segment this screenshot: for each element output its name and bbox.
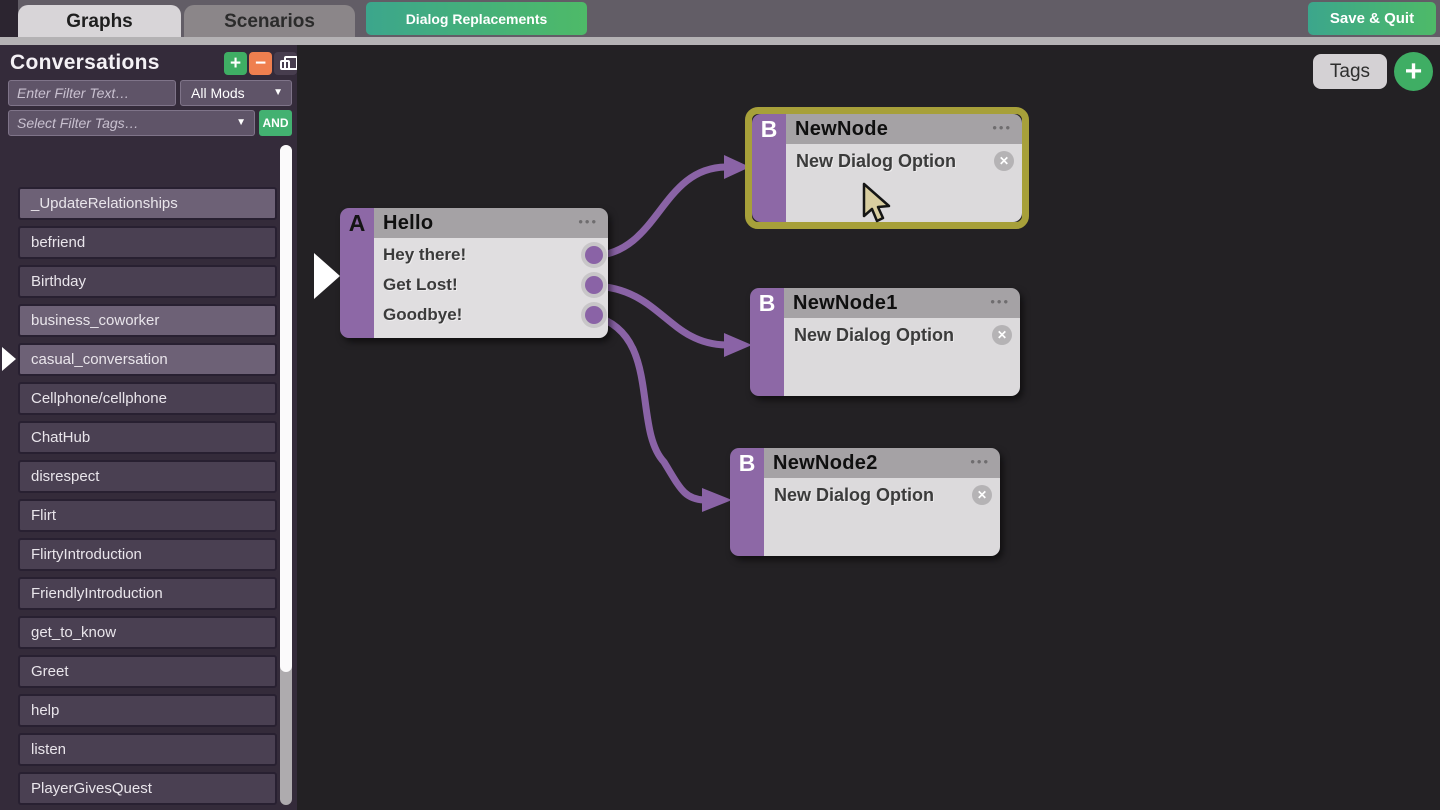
node-body: New Dialog Option ✕: [764, 478, 1000, 556]
dialog-option-text: New Dialog Option: [794, 325, 954, 345]
chevron-down-icon: ▼: [236, 117, 246, 128]
node-body: New Dialog Option ✕: [786, 144, 1022, 222]
chevron-down-icon: ▼: [273, 87, 283, 98]
node-title: NewNode1: [793, 291, 898, 314]
top-bar: Graphs Scenarios Dialog Replacements Sav…: [0, 0, 1440, 37]
list-item[interactable]: get_to_know: [18, 616, 277, 649]
list-item[interactable]: FriendlyIntroduction: [18, 577, 277, 610]
dialog-node-hello[interactable]: A Hello ••• Hey there! Get Lost! Goodbye…: [340, 208, 608, 338]
dialog-option-text: Get Lost!: [383, 275, 458, 294]
list-item[interactable]: Flirt: [18, 499, 277, 532]
node-menu-icon[interactable]: •••: [578, 208, 598, 236]
list-item[interactable]: help: [18, 694, 277, 727]
selected-item-arrow: [2, 347, 16, 371]
list-item[interactable]: _UpdateRelationships: [18, 187, 277, 220]
tab-graphs[interactable]: Graphs: [18, 5, 181, 37]
dialog-option[interactable]: Goodbye!: [374, 300, 608, 330]
tab-strip-divider: [0, 37, 1440, 45]
list-item[interactable]: Cellphone/cellphone: [18, 382, 277, 415]
node-speaker-strip[interactable]: B: [730, 448, 764, 556]
list-item[interactable]: Birthday: [18, 265, 277, 298]
list-item[interactable]: FlirtyIntroduction: [18, 538, 277, 571]
add-node-button[interactable]: +: [1394, 52, 1433, 91]
tags-button[interactable]: Tags: [1313, 54, 1387, 89]
conversation-entry-arrow: [314, 253, 340, 299]
node-speaker-strip[interactable]: B: [752, 114, 786, 222]
dialog-option[interactable]: New Dialog Option ✕: [764, 480, 1000, 510]
node-header[interactable]: NewNode •••: [786, 114, 1022, 144]
copy-icon: [280, 56, 298, 70]
dialog-option[interactable]: Get Lost!: [374, 270, 608, 300]
node-title: Hello: [383, 211, 434, 234]
dialog-node-newnode2[interactable]: B NewNode2 ••• New Dialog Option ✕: [730, 448, 1000, 556]
tab-scenarios[interactable]: Scenarios: [184, 5, 355, 37]
filter-tags-placeholder: Select Filter Tags…: [17, 115, 139, 131]
filter-tags-dropdown[interactable]: Select Filter Tags… ▼: [8, 110, 255, 136]
mods-dropdown[interactable]: All Mods ▼: [180, 80, 292, 106]
node-speaker-strip[interactable]: B: [750, 288, 784, 396]
node-title: NewNode2: [773, 451, 878, 474]
node-menu-icon[interactable]: •••: [990, 288, 1010, 316]
delete-option-button[interactable]: ✕: [994, 151, 1014, 171]
dialog-node-newnode1[interactable]: B NewNode1 ••• New Dialog Option ✕: [750, 288, 1020, 396]
node-speaker-strip[interactable]: A: [340, 208, 374, 338]
dialog-option[interactable]: New Dialog Option ✕: [786, 146, 1022, 176]
node-title: NewNode: [795, 117, 889, 140]
delete-option-button[interactable]: ✕: [992, 325, 1012, 345]
speaker-letter: A: [348, 210, 366, 236]
output-port[interactable]: [585, 306, 603, 324]
node-body: New Dialog Option ✕: [784, 318, 1020, 396]
list-item[interactable]: Greet: [18, 655, 277, 688]
dialog-replacements-button[interactable]: Dialog Replacements: [366, 2, 587, 35]
conversation-list: _UpdateRelationships befriend Birthday b…: [0, 141, 297, 810]
list-item-selected[interactable]: casual_conversation: [18, 343, 277, 376]
selected-node-outline: B NewNode ••• New Dialog Option ✕: [745, 107, 1029, 229]
scrollbar-thumb[interactable]: [280, 145, 292, 672]
output-port[interactable]: [585, 246, 603, 264]
top-bar-corner: [0, 0, 18, 37]
node-body: Hey there! Get Lost! Goodbye!: [374, 238, 608, 338]
remove-conversation-button[interactable]: −: [249, 52, 272, 75]
list-item[interactable]: befriend: [18, 226, 277, 259]
speaker-letter: B: [738, 450, 756, 476]
speaker-letter: B: [760, 116, 778, 142]
filter-text-input[interactable]: [8, 80, 176, 106]
and-filter-toggle-button[interactable]: AND: [259, 110, 292, 136]
node-header[interactable]: Hello •••: [374, 208, 608, 238]
mods-dropdown-value: All Mods: [191, 85, 245, 101]
list-item[interactable]: listen: [18, 733, 277, 766]
list-item[interactable]: PlayerGivesQuest: [18, 772, 277, 805]
list-item[interactable]: business_coworker: [18, 304, 277, 337]
output-port[interactable]: [585, 276, 603, 294]
add-conversation-button[interactable]: +: [224, 52, 247, 75]
dialog-option[interactable]: New Dialog Option ✕: [784, 320, 1020, 350]
node-menu-icon[interactable]: •••: [992, 114, 1012, 142]
node-header[interactable]: NewNode2 •••: [764, 448, 1000, 478]
dialog-option-text: Goodbye!: [383, 305, 463, 324]
save-quit-button[interactable]: Save & Quit: [1308, 2, 1436, 35]
dialog-option[interactable]: Hey there!: [374, 240, 608, 270]
duplicate-conversation-button[interactable]: [274, 52, 298, 75]
node-header[interactable]: NewNode1 •••: [784, 288, 1020, 318]
delete-option-button[interactable]: ✕: [972, 485, 992, 505]
list-item[interactable]: ChatHub: [18, 421, 277, 454]
list-item[interactable]: disrespect: [18, 460, 277, 493]
node-menu-icon[interactable]: •••: [970, 448, 990, 476]
speaker-letter: B: [758, 290, 776, 316]
dialog-editor-app: Graphs Scenarios Dialog Replacements Sav…: [0, 0, 1440, 810]
dialog-option-text: New Dialog Option: [796, 151, 956, 171]
dialog-option-text: Hey there!: [383, 245, 467, 264]
dialog-node-newnode[interactable]: B NewNode ••• New Dialog Option ✕: [752, 114, 1022, 222]
sidebar-title: Conversations: [10, 51, 160, 74]
conversations-sidebar: Conversations + − All Mods ▼ Select Filt…: [0, 45, 298, 810]
dialog-option-text: New Dialog Option: [774, 485, 934, 505]
